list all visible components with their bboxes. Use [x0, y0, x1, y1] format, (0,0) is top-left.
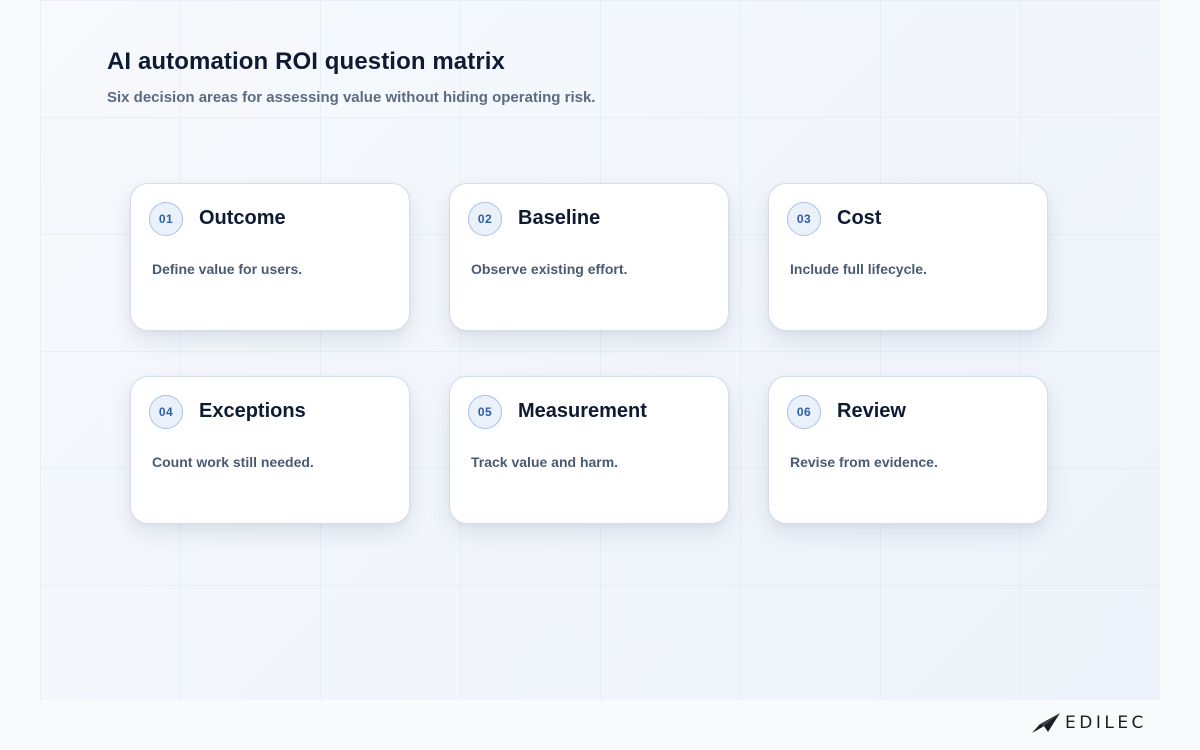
card-number-badge: 05 [468, 395, 502, 429]
card-number-badge: 03 [787, 202, 821, 236]
card-outcome: 01 Outcome Define value for users. [130, 183, 410, 331]
card-description: Define value for users. [152, 261, 303, 277]
card-title: Review [837, 400, 906, 422]
brand-name: EDILEC [1065, 713, 1147, 733]
paper-plane-icon [1032, 713, 1060, 733]
card-title: Cost [837, 207, 882, 229]
card-cost: 03 Cost Include full lifecycle. [768, 183, 1048, 331]
card-title: Exceptions [199, 400, 306, 422]
card-title: Measurement [518, 400, 647, 422]
card-description: Count work still needed. [152, 454, 314, 470]
brand-logo: EDILEC [1031, 710, 1147, 736]
question-matrix: 01 Outcome Define value for users. 02 Ba… [130, 183, 1048, 524]
card-description: Track value and harm. [471, 454, 619, 470]
card-description: Include full lifecycle. [790, 261, 927, 277]
page-subtitle: Six decision areas for assessing value w… [107, 89, 596, 106]
card-title: Outcome [199, 207, 286, 229]
card-measurement: 05 Measurement Track value and harm. [449, 376, 729, 524]
card-exceptions: 04 Exceptions Count work still needed. [130, 376, 410, 524]
card-review: 06 Review Revise from evidence. [768, 376, 1048, 524]
card-number-badge: 02 [468, 202, 502, 236]
card-title: Baseline [518, 207, 601, 229]
card-number-badge: 04 [149, 395, 183, 429]
card-number-badge: 06 [787, 395, 821, 429]
card-description: Observe existing effort. [471, 261, 628, 277]
page-title: AI automation ROI question matrix [107, 48, 505, 75]
card-number-badge: 01 [149, 202, 183, 236]
card-baseline: 02 Baseline Observe existing effort. [449, 183, 729, 331]
card-description: Revise from evidence. [790, 454, 938, 470]
